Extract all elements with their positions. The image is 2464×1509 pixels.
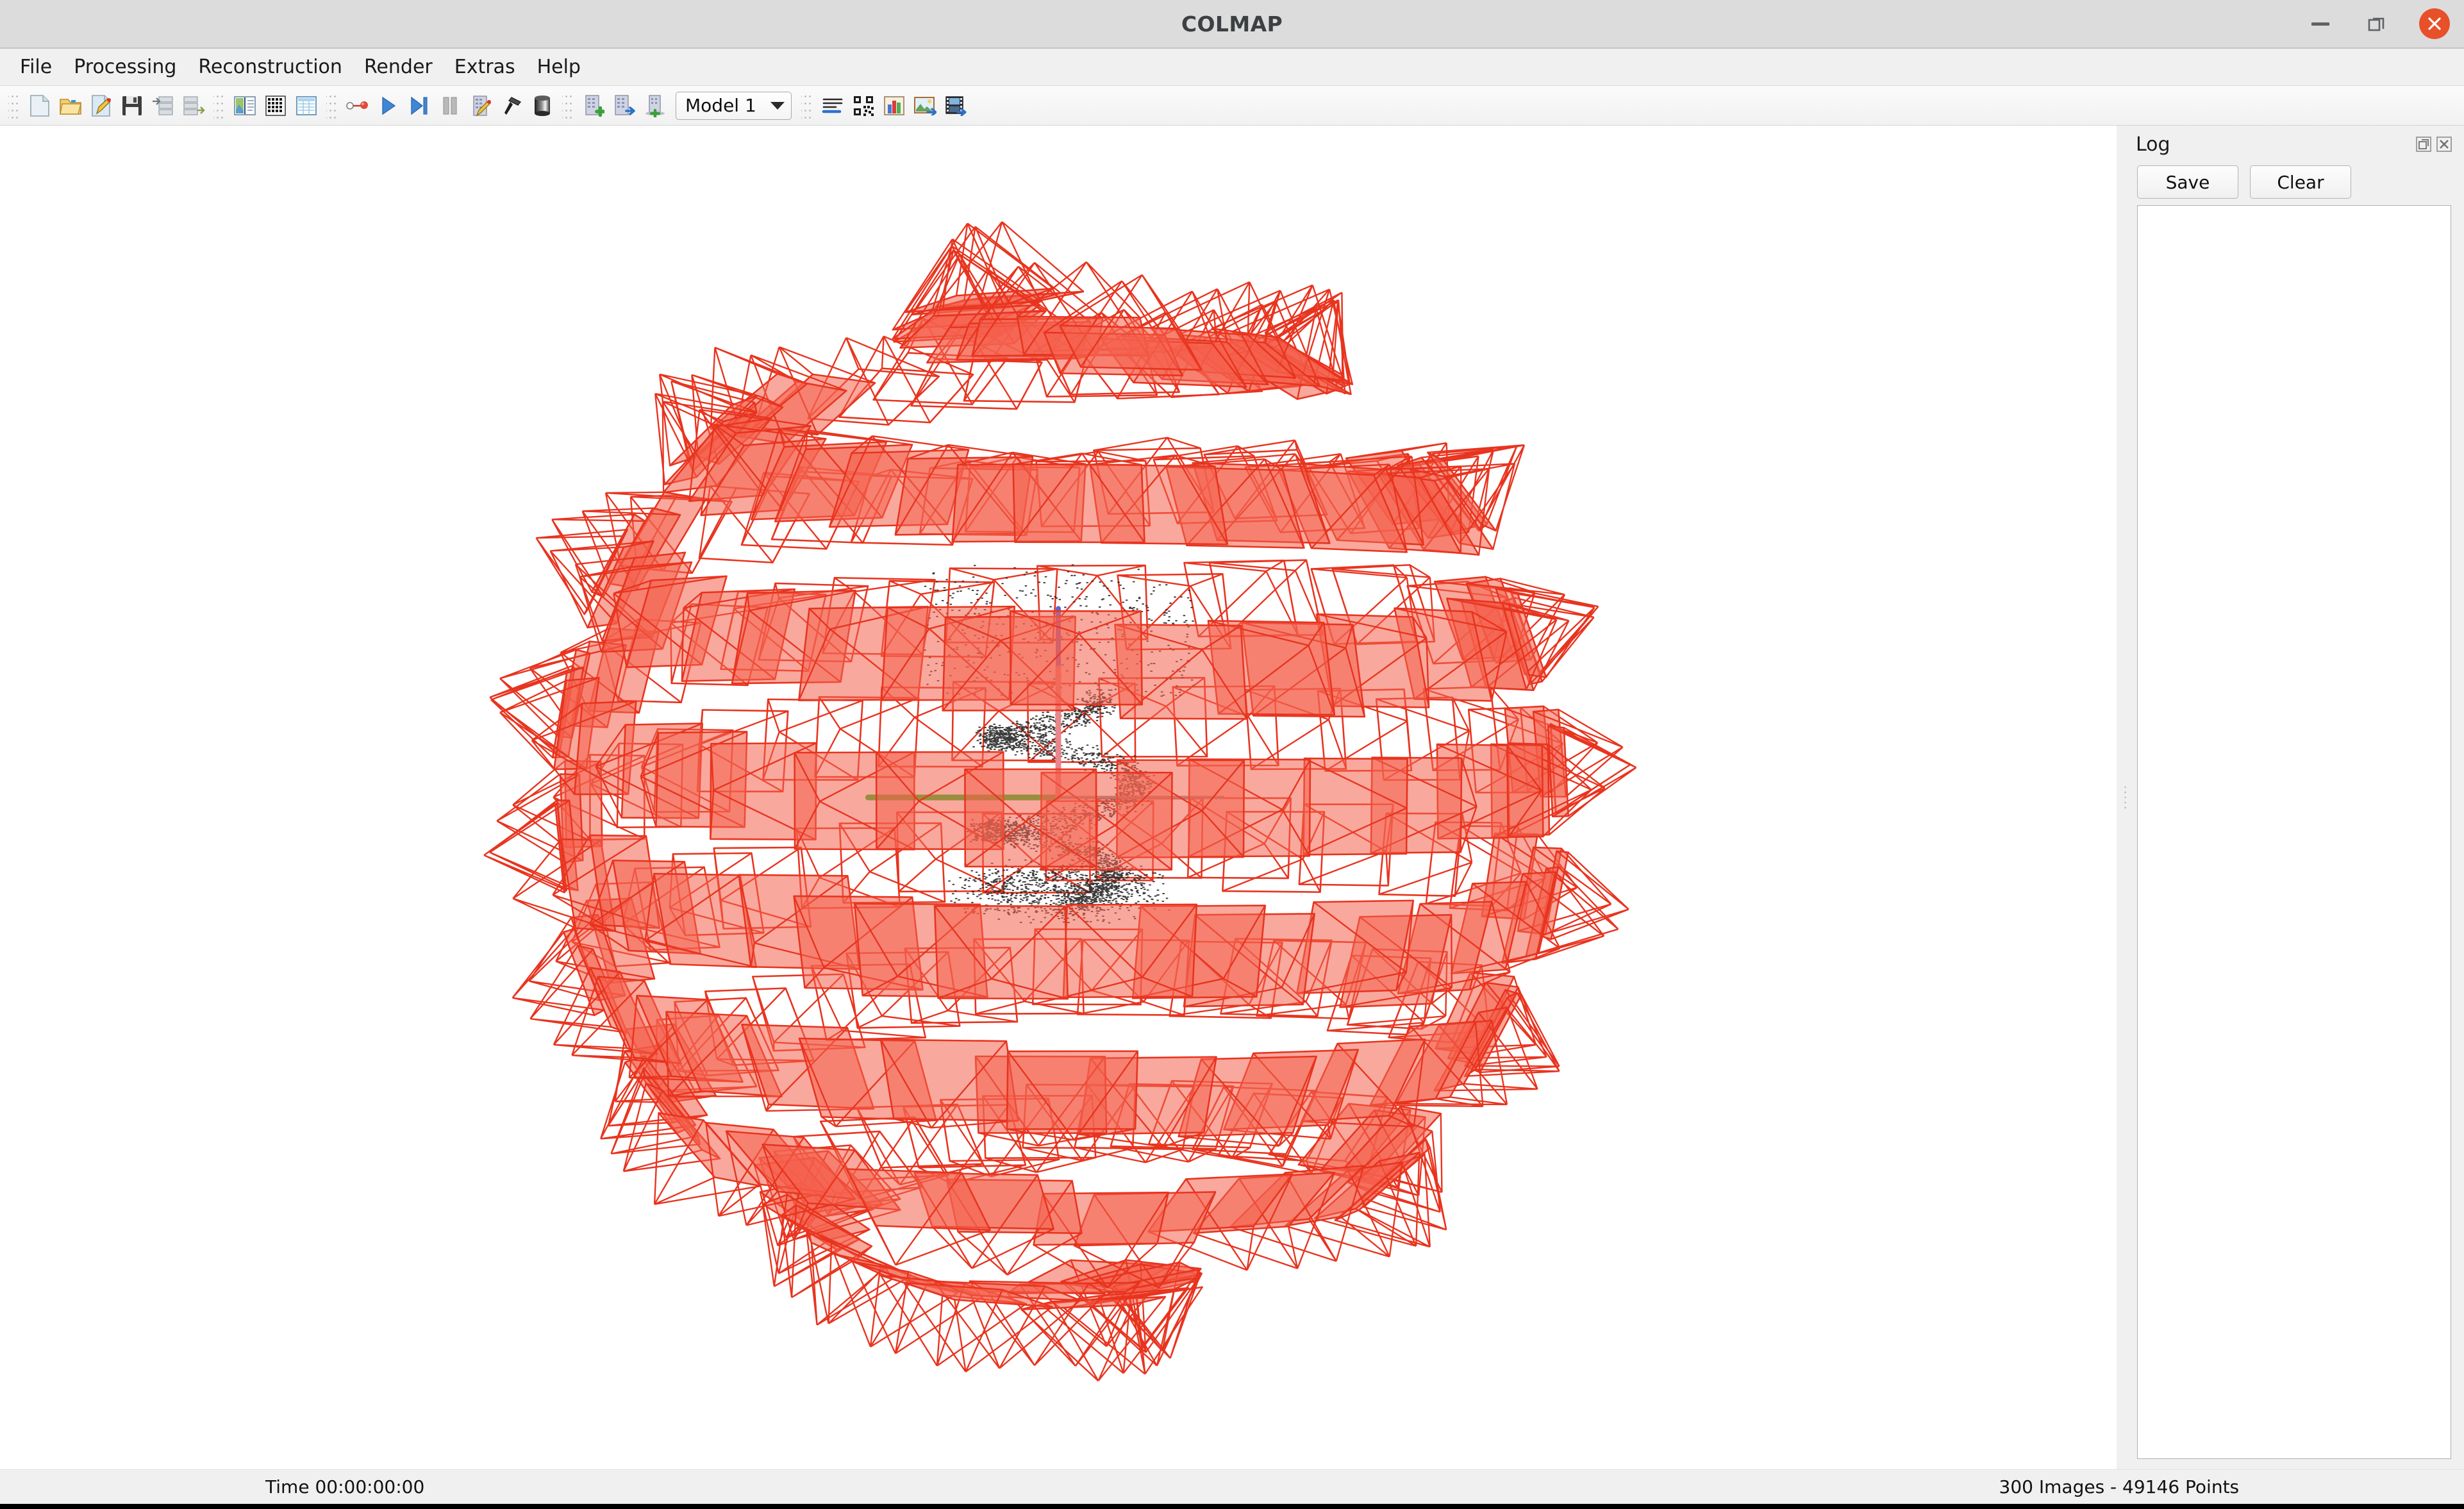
image-pane-icon[interactable] <box>231 91 259 121</box>
wand-node-icon[interactable] <box>344 91 372 121</box>
save-log-button[interactable]: Save <box>2137 165 2238 199</box>
colmap-window: COLMAP File Processing Reconstruction Re… <box>0 0 2464 1509</box>
log-header: Log <box>2133 126 2455 163</box>
menu-item-render[interactable]: Render <box>353 53 444 81</box>
text-lines-icon[interactable] <box>819 91 847 121</box>
close-dock-icon[interactable] <box>2436 136 2452 153</box>
window-controls <box>2306 0 2450 47</box>
table-grid-icon[interactable] <box>292 91 320 121</box>
building-wand-icon[interactable] <box>467 91 495 121</box>
model-viewer[interactable] <box>0 126 2117 1469</box>
minimize-icon[interactable] <box>2306 10 2335 38</box>
menu-bar: File Processing Reconstruction Render Ex… <box>0 49 2464 86</box>
model-selector-value: Model 1 <box>685 95 756 116</box>
building-plus-icon[interactable] <box>579 91 608 121</box>
clear-log-button[interactable]: Clear <box>2250 165 2351 199</box>
pause-icon[interactable] <box>436 91 464 121</box>
dock-splitter[interactable] <box>2117 126 2133 1469</box>
menu-item-file[interactable]: File <box>9 53 63 81</box>
building-arrow-icon[interactable] <box>610 91 638 121</box>
play-icon[interactable] <box>374 91 403 121</box>
database-export-icon[interactable] <box>179 91 208 121</box>
hammer-icon[interactable] <box>497 91 526 121</box>
menu-item-extras[interactable]: Extras <box>444 53 526 81</box>
new-document-icon[interactable] <box>26 91 54 121</box>
toolbar-grip-4[interactable] <box>562 90 574 121</box>
dock-buttons <box>2415 136 2452 153</box>
float-dock-icon[interactable] <box>2415 136 2432 153</box>
model-selector[interactable]: Model 1 <box>676 91 792 120</box>
image-export-icon[interactable] <box>911 91 939 121</box>
log-dock: Log Save Clear <box>2133 126 2464 1469</box>
window-title: COLMAP <box>1181 11 1283 37</box>
building-align-icon[interactable] <box>641 91 669 121</box>
close-icon[interactable] <box>2419 8 2450 39</box>
toolbar-grip-3[interactable] <box>326 90 338 121</box>
log-textarea[interactable] <box>2137 205 2451 1459</box>
chevron-down-icon <box>770 101 785 110</box>
edit-document-icon[interactable] <box>87 91 115 121</box>
log-button-row: Save Clear <box>2133 163 2455 205</box>
toolbar-grip-5[interactable] <box>801 90 813 121</box>
step-forward-icon[interactable] <box>405 91 433 121</box>
title-bar: COLMAP <box>0 0 2464 49</box>
database-import-icon[interactable] <box>149 91 177 121</box>
window-bottom-edge <box>0 1504 2464 1509</box>
dot-grid-icon[interactable] <box>262 91 290 121</box>
main-body: Log Save Clear <box>0 126 2464 1469</box>
qr-matrix-icon[interactable] <box>849 91 878 121</box>
toolbar-grip[interactable] <box>8 90 20 121</box>
floppy-save-icon[interactable] <box>118 91 146 121</box>
menu-item-reconstruction[interactable]: Reconstruction <box>187 53 353 81</box>
status-stats: 300 Images - 49146 Points <box>1999 1476 2240 1497</box>
menu-item-processing[interactable]: Processing <box>63 53 187 81</box>
main-toolbar: Model 1 <box>0 86 2464 126</box>
menu-item-help[interactable]: Help <box>526 53 592 81</box>
status-bar: Time 00:00:00:00 300 Images - 49146 Poin… <box>0 1469 2464 1504</box>
open-folder-icon[interactable] <box>56 91 85 121</box>
toolbar-grip-2[interactable] <box>213 90 225 121</box>
maximize-icon[interactable] <box>2363 10 2391 38</box>
reconstruction-scene <box>483 221 1637 1382</box>
film-export-icon[interactable] <box>942 91 970 121</box>
bar-chart-icon[interactable] <box>880 91 908 121</box>
cylinder-icon[interactable] <box>528 91 556 121</box>
log-title: Log <box>2136 133 2170 156</box>
